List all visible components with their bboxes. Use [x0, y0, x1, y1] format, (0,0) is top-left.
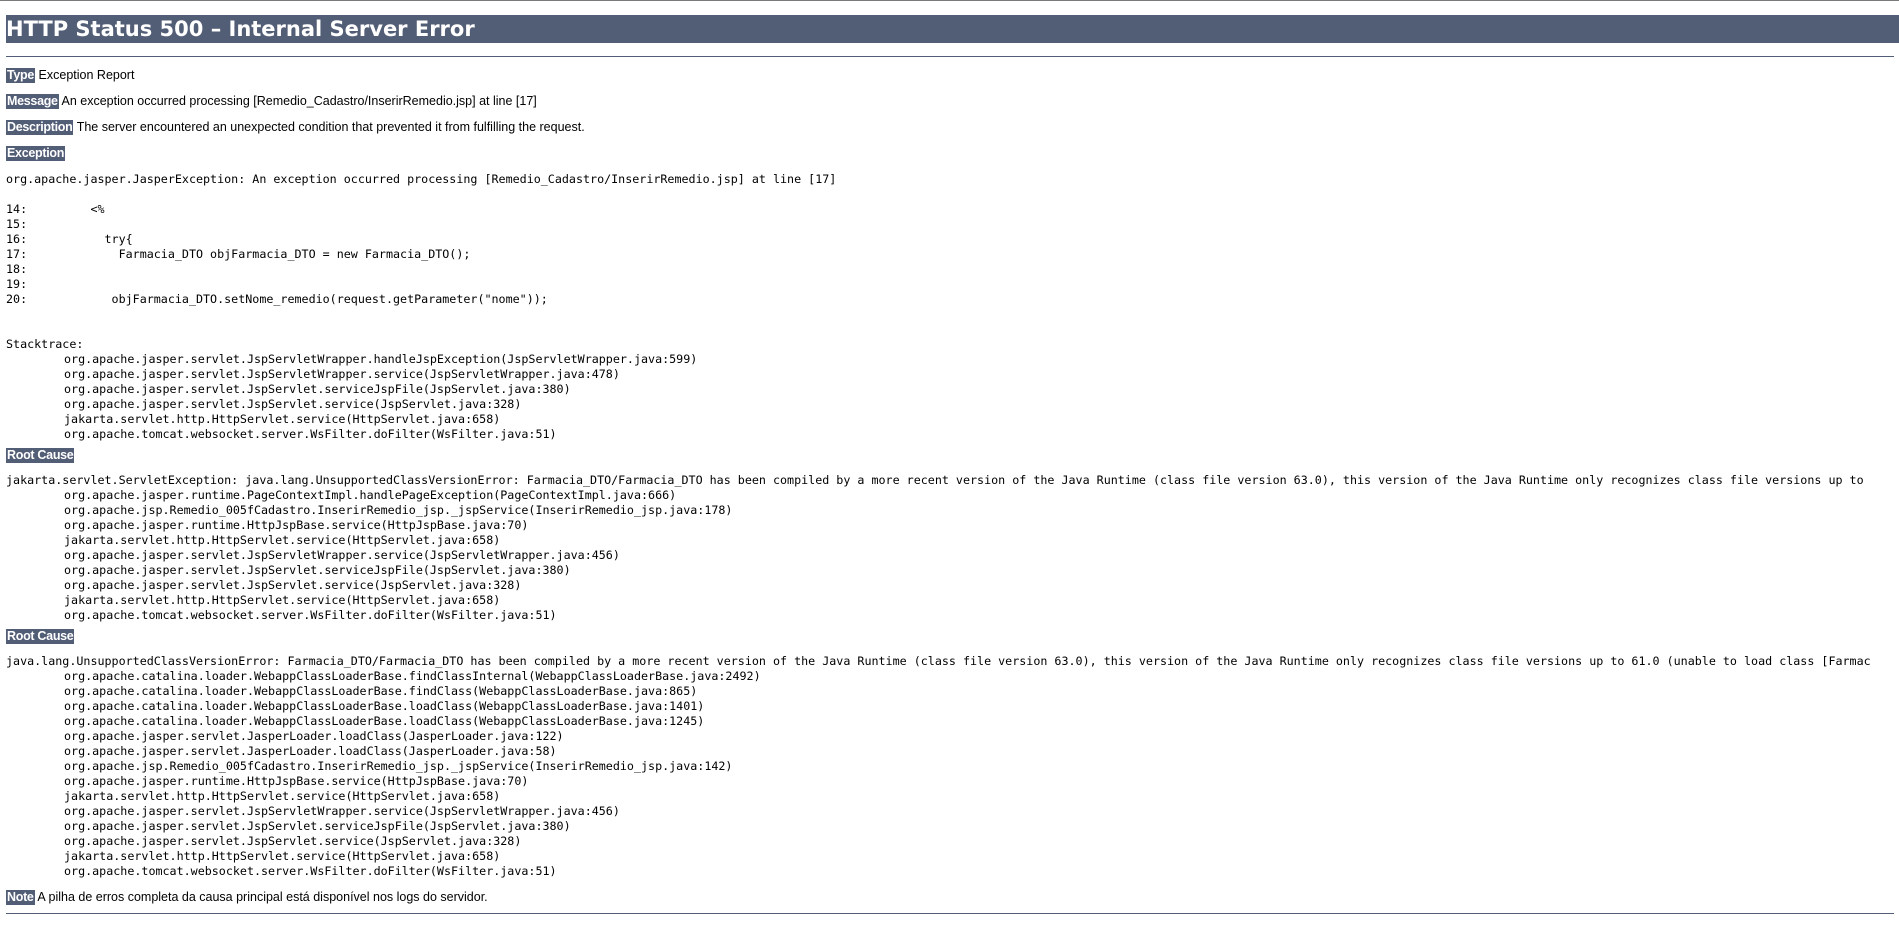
root-cause-2-headline: java.lang.UnsupportedClassVersionError: …	[6, 654, 1871, 668]
root-cause-1-headline: jakarta.servlet.ServletException: java.l…	[6, 473, 1864, 487]
stacktrace-line: org.apache.jasper.servlet.JspServletWrap…	[64, 548, 620, 562]
message-label: Message	[6, 94, 59, 109]
root-cause-label: Root Cause	[6, 448, 75, 463]
message-row: Message An exception occurred processing…	[6, 93, 1896, 109]
stacktrace-line: org.apache.jasper.servlet.JspServlet.ser…	[64, 382, 571, 396]
stacktrace-line: org.apache.jasper.servlet.JspServlet.ser…	[64, 563, 571, 577]
note-value: A pilha de erros completa da causa princ…	[37, 890, 488, 904]
page-title: HTTP Status 500 – Internal Server Error	[6, 15, 1899, 43]
stacktrace-line: jakarta.servlet.http.HttpServlet.service…	[64, 849, 501, 863]
stacktrace-line: org.apache.catalina.loader.WebappClassLo…	[64, 714, 705, 728]
source-line: 14: <%	[6, 202, 105, 216]
root-cause-1-row: Root Cause	[6, 447, 1896, 464]
stacktrace-line: jakarta.servlet.http.HttpServlet.service…	[64, 412, 501, 426]
source-line: 18:	[6, 262, 35, 276]
stacktrace-line: jakarta.servlet.http.HttpServlet.service…	[64, 593, 501, 607]
exception-row: Exception	[6, 145, 1896, 162]
source-line: 20: objFarmacia_DTO.setNome_remedio(requ…	[6, 292, 548, 306]
stacktrace-line: org.apache.jsp.Remedio_005fCadastro.Inse…	[64, 503, 733, 517]
source-line: 16: try{	[6, 232, 133, 246]
footer-divider	[6, 913, 1894, 914]
stacktrace-line: org.apache.catalina.loader.WebappClassLo…	[64, 699, 705, 713]
description-value: The server encountered an unexpected con…	[76, 120, 585, 134]
description-label: Description	[6, 120, 74, 135]
source-line: 19:	[6, 277, 35, 291]
top-divider	[0, 0, 1899, 1]
source-line: 17: Farmacia_DTO objFarmacia_DTO = new F…	[6, 247, 471, 261]
title-divider	[6, 56, 1894, 57]
stacktrace-label: Stacktrace:	[6, 337, 84, 351]
stacktrace-line: org.apache.jasper.servlet.JspServlet.ser…	[64, 834, 522, 848]
stacktrace-line: org.apache.jasper.servlet.JspServletWrap…	[64, 352, 698, 366]
stacktrace-line: org.apache.jsp.Remedio_005fCadastro.Inse…	[64, 759, 733, 773]
type-value: Exception Report	[38, 68, 135, 82]
type-label: Type	[6, 68, 36, 83]
stacktrace-line: org.apache.jasper.servlet.JspServletWrap…	[64, 367, 620, 381]
note-label: Note	[6, 890, 35, 905]
stacktrace-line: org.apache.jasper.servlet.JasperLoader.l…	[64, 744, 557, 758]
stacktrace-line: org.apache.jasper.servlet.JspServlet.ser…	[64, 578, 522, 592]
stacktrace-line: jakarta.servlet.http.HttpServlet.service…	[64, 533, 501, 547]
note-row: Note A pilha de erros completa da causa …	[6, 889, 1896, 905]
root-cause-label: Root Cause	[6, 629, 75, 644]
root-cause-1-stacktrace: org.apache.jasper.runtime.PageContextImp…	[6, 488, 1896, 623]
exception-stacktrace: org.apache.jasper.servlet.JspServletWrap…	[6, 352, 1896, 442]
stacktrace-line: jakarta.servlet.http.HttpServlet.service…	[64, 789, 501, 803]
error-page: HTTP Status 500 – Internal Server Error …	[6, 15, 1899, 914]
stacktrace-line: org.apache.jasper.servlet.JspServlet.ser…	[64, 819, 571, 833]
exception-headline: org.apache.jasper.JasperException: An ex…	[6, 172, 837, 186]
type-row: Type Exception Report	[6, 67, 1896, 83]
message-value: An exception occurred processing [Remedi…	[61, 94, 537, 108]
stacktrace-line: org.apache.jasper.runtime.PageContextImp…	[64, 488, 677, 502]
stacktrace-line: org.apache.jasper.servlet.JspServlet.ser…	[64, 397, 522, 411]
source-line: 15:	[6, 217, 35, 231]
stacktrace-line: org.apache.tomcat.websocket.server.WsFil…	[64, 427, 557, 441]
stacktrace-line: org.apache.jasper.runtime.HttpJspBase.se…	[64, 518, 529, 532]
jsp-source-excerpt: 14: <% 15: 16: try{ 17: Farmacia_DTO obj…	[6, 202, 1896, 307]
stacktrace-line: org.apache.jasper.servlet.JspServletWrap…	[64, 804, 620, 818]
root-cause-2-row: Root Cause	[6, 628, 1896, 645]
stacktrace-line: org.apache.tomcat.websocket.server.WsFil…	[64, 608, 557, 622]
stacktrace-line: org.apache.tomcat.websocket.server.WsFil…	[64, 864, 557, 878]
description-row: Description The server encountered an un…	[6, 119, 1896, 135]
stacktrace-line: org.apache.catalina.loader.WebappClassLo…	[64, 669, 761, 683]
stacktrace-line: org.apache.jasper.runtime.HttpJspBase.se…	[64, 774, 529, 788]
root-cause-2-stacktrace: org.apache.catalina.loader.WebappClassLo…	[6, 669, 1896, 879]
stacktrace-line: org.apache.jasper.servlet.JasperLoader.l…	[64, 729, 564, 743]
exception-label: Exception	[6, 146, 66, 161]
stacktrace-line: org.apache.catalina.loader.WebappClassLo…	[64, 684, 698, 698]
